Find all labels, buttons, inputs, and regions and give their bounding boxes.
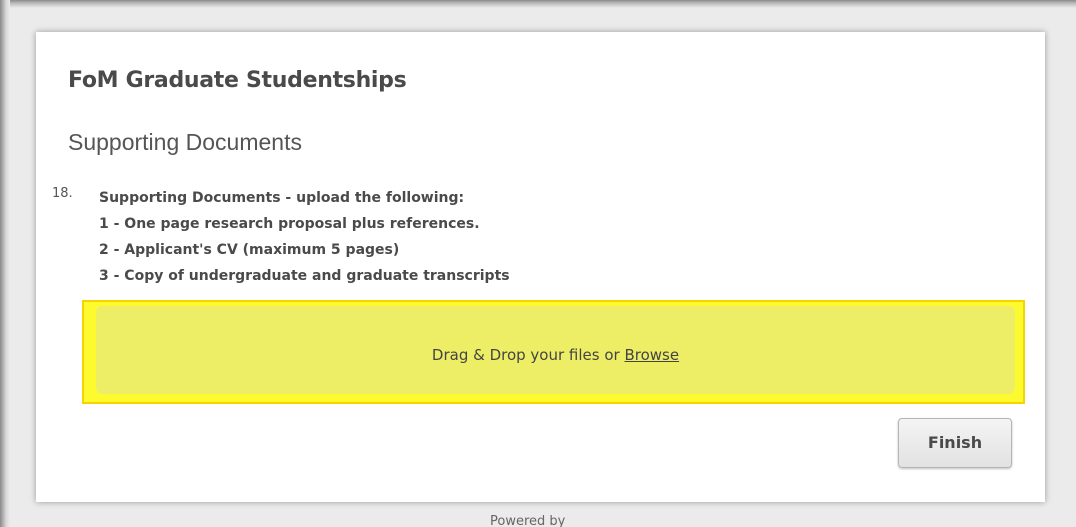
finish-button[interactable]: Finish — [898, 418, 1012, 468]
dropzone-prompt-text: Drag & Drop your files or — [431, 346, 625, 364]
question-item: 3 - Copy of undergraduate and graduate t… — [99, 268, 510, 284]
question-text: Supporting Documents - upload the follow… — [99, 185, 510, 289]
window-left-edge — [0, 0, 10, 527]
form-title: FoM Graduate Studentships — [68, 68, 407, 93]
form-card: FoM Graduate Studentships Supporting Doc… — [36, 32, 1045, 502]
file-dropzone[interactable]: Drag & Drop your files or Browse — [82, 300, 1025, 404]
question-label: Supporting Documents - upload the follow… — [99, 190, 465, 206]
question-item: 1 - One page research proposal plus refe… — [99, 216, 480, 232]
section-title: Supporting Documents — [68, 129, 302, 155]
powered-by-text: Powered by — [490, 514, 566, 527]
browse-link[interactable]: Browse — [624, 346, 679, 364]
question-item: 2 - Applicant's CV (maximum 5 pages) — [99, 242, 400, 258]
dropzone-inner[interactable]: Drag & Drop your files or Browse — [96, 306, 1015, 394]
dropzone-prompt: Drag & Drop your files or Browse — [96, 346, 1015, 364]
question-number: 18. — [52, 186, 73, 201]
window-top-edge — [0, 0, 1076, 8]
